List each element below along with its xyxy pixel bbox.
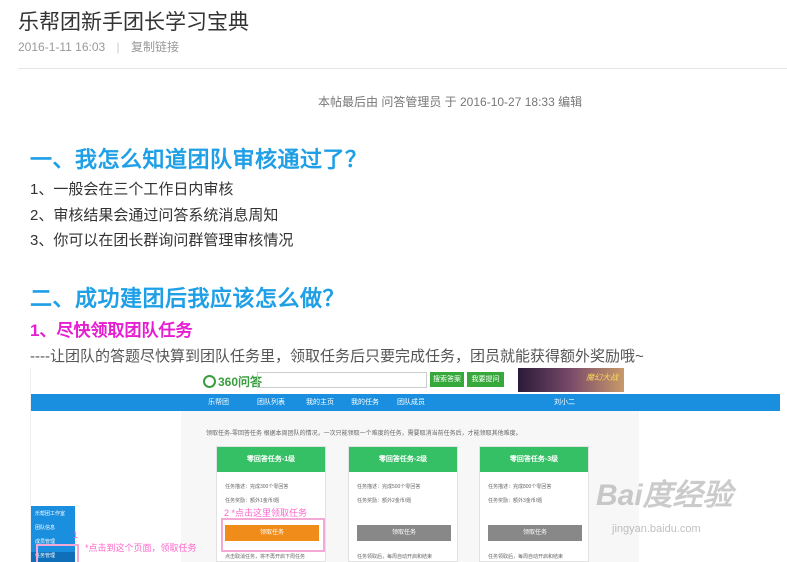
screenshot-section-title: 领取任务-零回答任务 根据本周团队的情况，一次只能领取一个难度的任务，需要取消当…	[206, 431, 522, 437]
screenshot-banner: 魔幻大战	[518, 368, 624, 392]
claim-task-button: 领取任务	[488, 525, 582, 541]
section2-description: ----让团队的答题尽快算到团队任务里，领取任务后只要完成任务，团员就能获得额外…	[30, 348, 644, 365]
edit-note: 本帖最后由 问答管理员 于 2016-10-27 18:33 编辑	[318, 95, 583, 109]
page-title: 乐帮团新手团长学习宝典	[18, 11, 249, 34]
task-card-line: 任务奖励：额外1金币/题	[225, 498, 280, 504]
nav-item: 乐帮团	[208, 399, 229, 406]
task-card-line: 任务奖励：额外3金币/题	[488, 498, 543, 504]
screenshot-logo: 360问答	[203, 373, 262, 390]
highlight-box	[221, 518, 325, 552]
banner-text: 魔幻大战	[586, 373, 618, 382]
task-card-title: 零回答任务-3级	[480, 447, 588, 472]
baidu-watermark-url: jingyan.baidu.com	[612, 523, 701, 535]
screenshot-search-button: 搜索答案	[430, 372, 464, 387]
sidebar-item: 乐帮团工作室	[35, 511, 66, 517]
post-meta: 2016-1-11 16:03 | 复制链接	[18, 38, 179, 55]
annotation-page: *点击到这个页面，领取任务	[85, 543, 197, 553]
claim-task-button: 领取任务	[357, 525, 451, 541]
section2-subheading: 1、尽快领取团队任务	[30, 321, 193, 340]
task-card-title: 零回答任务-1级	[217, 447, 325, 472]
section1-line: 3、你可以在团长群询问群管理审核情况	[30, 232, 294, 249]
meta-separator: |	[116, 40, 120, 54]
section1-line: 1、一般会在三个工作日内审核	[30, 181, 234, 198]
task-card-title: 零回答任务-2级	[349, 447, 457, 472]
logo-icon	[203, 375, 216, 388]
screenshot-search-input	[257, 372, 427, 388]
section1-heading: 一、我怎么知道团队审核通过了？	[30, 147, 368, 172]
task-card-line: 任务奖励：额外2金币/题	[357, 498, 412, 504]
baidu-watermark: Bai度经验	[596, 479, 733, 512]
task-card-line: 任务描述：完成500个零回答	[357, 484, 421, 490]
task-card-footer: 点击取消任务，将不再开启下周任务	[225, 554, 306, 560]
nav-item: 团队成员	[397, 399, 425, 406]
task-card-footer: 任务领取后，每周自动开启和结束	[488, 554, 564, 560]
annotation-claim: 2 *点击这里领取任务	[224, 508, 308, 518]
screenshot-ask-button: 我要提问	[467, 372, 504, 387]
nav-item: 我的主页	[306, 399, 334, 406]
screenshot-topbar: 360问答 搜索答案 我要提问 魔幻大战	[31, 368, 780, 394]
section1-line: 2、审核结果会通过问答系统消息周知	[30, 207, 279, 224]
nav-item: 团队列表	[257, 399, 285, 406]
highlight-bracket	[36, 544, 79, 562]
header-divider	[18, 68, 787, 69]
copy-link[interactable]: 复制链接	[131, 40, 179, 54]
task-card-footer: 任务领取后，每周自动开启和结束	[357, 554, 433, 560]
nav-item: 我的任务	[351, 399, 379, 406]
logo-text: 360问答	[218, 375, 263, 389]
task-card: 零回答任务-2级 任务描述：完成500个零回答 任务奖励：额外2金币/题 领取任…	[348, 446, 458, 562]
task-card: 零回答任务-3级 任务描述：完成800个零回答 任务奖励：额外3金币/题 领取任…	[479, 446, 589, 562]
task-card-line: 任务描述：完成800个零回答	[488, 484, 552, 490]
screenshot-user: 刘小二	[554, 399, 575, 406]
task-card-line: 任务描述：完成300个零回答	[225, 484, 289, 490]
screenshot-nav: 乐帮团 团队列表 我的主页 我的任务 团队成员 刘小二	[31, 394, 780, 433]
sidebar-item: 团队信息	[35, 525, 56, 531]
annotation-number: 1	[73, 530, 79, 540]
post-date: 2016-1-11 16:03	[18, 40, 106, 54]
section2-heading: 二、成功建团后我应该怎么做？	[30, 286, 346, 311]
